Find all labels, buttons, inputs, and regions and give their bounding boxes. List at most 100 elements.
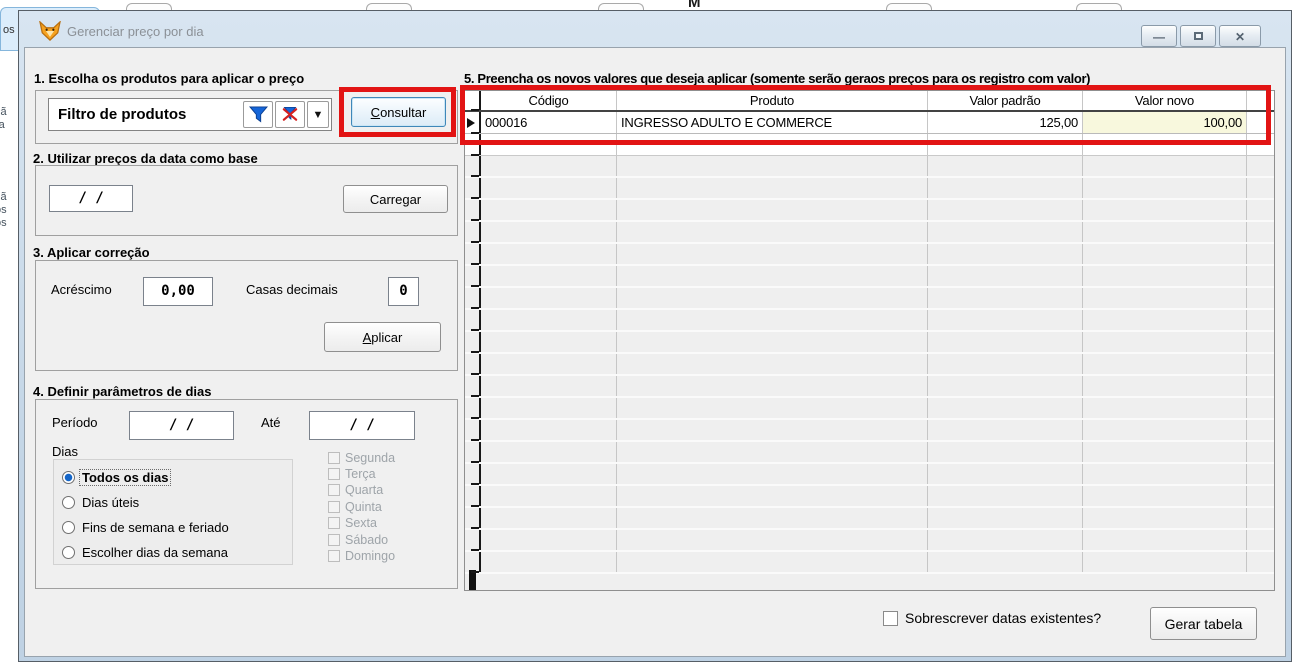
- grid-empty-cell[interactable]: [617, 464, 928, 484]
- grid-empty-cell[interactable]: [481, 134, 617, 155]
- grid-empty-cell[interactable]: [1083, 288, 1247, 308]
- row-indicator-cell[interactable]: [465, 178, 481, 198]
- radio-escolher-dias-da-semana[interactable]: Escolher dias da semana: [62, 543, 230, 561]
- grid-empty-cell[interactable]: [928, 244, 1083, 264]
- radio-fins-de-semana-e-feriado[interactable]: Fins de semana e feriado: [62, 518, 231, 536]
- filter-dropdown-button[interactable]: ▼: [307, 101, 329, 128]
- aplicar-button[interactable]: Aplicar: [324, 322, 441, 352]
- periodo-field[interactable]: / /: [129, 411, 234, 440]
- grid-empty-cell[interactable]: [617, 508, 928, 528]
- grid-cell-codigo[interactable]: 000016: [481, 112, 617, 133]
- grid-empty-cell[interactable]: [617, 552, 928, 572]
- grid-empty-cell[interactable]: [1083, 442, 1247, 462]
- grid-empty-cell[interactable]: [481, 442, 617, 462]
- filter-button[interactable]: [243, 101, 273, 128]
- grid-empty-cell[interactable]: [928, 530, 1083, 550]
- grid-empty-cell[interactable]: [617, 332, 928, 352]
- minimize-button[interactable]: —: [1141, 25, 1177, 47]
- grid-empty-cell[interactable]: [481, 266, 617, 286]
- row-indicator-cell[interactable]: [465, 398, 481, 418]
- grid-empty-row[interactable]: [465, 310, 1274, 332]
- grid-empty-row[interactable]: [465, 222, 1274, 244]
- grid-empty-cell[interactable]: [481, 552, 617, 572]
- grid-empty-cell[interactable]: [928, 486, 1083, 506]
- radio-dias-uteis[interactable]: Dias úteis: [62, 493, 141, 511]
- grid-empty-cell[interactable]: [1083, 156, 1247, 176]
- grid-empty-cell[interactable]: [617, 310, 928, 330]
- grid-empty-cell[interactable]: [481, 398, 617, 418]
- grid-empty-cell[interactable]: [1083, 354, 1247, 374]
- consultar-button[interactable]: Consultar: [351, 97, 446, 127]
- grid-empty-row[interactable]: [465, 376, 1274, 398]
- row-indicator-cell[interactable]: [465, 486, 481, 506]
- grid-empty-cell[interactable]: [481, 244, 617, 264]
- grid-empty-cell[interactable]: [481, 376, 617, 396]
- radio-todos-os-dias[interactable]: Todos os dias: [62, 468, 170, 486]
- grid-empty-cell[interactable]: [928, 464, 1083, 484]
- row-indicator-cell[interactable]: [465, 376, 481, 396]
- row-indicator-cell[interactable]: [465, 156, 481, 176]
- casas-decimais-field[interactable]: 0: [388, 277, 419, 306]
- ate-field[interactable]: / /: [309, 411, 415, 440]
- grid-empty-cell[interactable]: [481, 310, 617, 330]
- grid-empty-row[interactable]: [465, 486, 1274, 508]
- grid-empty-cell[interactable]: [617, 156, 928, 176]
- grid-empty-cell[interactable]: [481, 464, 617, 484]
- grid-empty-row[interactable]: [465, 398, 1274, 420]
- grid-empty-row[interactable]: [465, 508, 1274, 530]
- grid-empty-cell[interactable]: [1083, 134, 1247, 155]
- grid-empty-row[interactable]: [465, 354, 1274, 376]
- grid-empty-cell[interactable]: [481, 200, 617, 220]
- row-indicator-cell[interactable]: [465, 310, 481, 330]
- grid-cell-valor-novo[interactable]: 100,00: [1083, 112, 1247, 133]
- grid-empty-cell[interactable]: [617, 398, 928, 418]
- radio-circle-icon[interactable]: [62, 521, 75, 534]
- row-indicator-cell[interactable]: [465, 112, 481, 133]
- grid-empty-row[interactable]: [465, 156, 1274, 178]
- grid-empty-row[interactable]: [465, 464, 1274, 486]
- base-date-field[interactable]: / /: [49, 185, 133, 212]
- grid-empty-cell[interactable]: [481, 178, 617, 198]
- grid-empty-row[interactable]: [465, 530, 1274, 552]
- grid-empty-cell[interactable]: [928, 266, 1083, 286]
- row-indicator-cell[interactable]: [465, 530, 481, 550]
- grid-empty-row[interactable]: [465, 288, 1274, 310]
- grid-empty-cell[interactable]: [928, 178, 1083, 198]
- grid-empty-cell[interactable]: [928, 222, 1083, 242]
- grid-empty-cell[interactable]: [1083, 486, 1247, 506]
- row-indicator-cell[interactable]: [465, 288, 481, 308]
- grid-empty-cell[interactable]: [928, 156, 1083, 176]
- acrescimo-field[interactable]: 0,00: [143, 277, 213, 306]
- grid-empty-row[interactable]: [465, 332, 1274, 354]
- grid-header-valor-padrao[interactable]: Valor padrão: [928, 91, 1083, 110]
- grid-empty-cell[interactable]: [928, 552, 1083, 572]
- row-indicator-cell[interactable]: [465, 91, 481, 110]
- grid-empty-cell[interactable]: [481, 288, 617, 308]
- grid-empty-cell[interactable]: [928, 310, 1083, 330]
- grid-header-produto[interactable]: Produto: [617, 91, 928, 110]
- grid-empty-cell[interactable]: [928, 134, 1083, 155]
- grid-cell-produto[interactable]: INGRESSO ADULTO E COMMERCE: [617, 112, 928, 133]
- row-indicator-cell[interactable]: [465, 508, 481, 528]
- row-indicator-cell[interactable]: [465, 244, 481, 264]
- grid-empty-cell[interactable]: [1083, 464, 1247, 484]
- grid-empty-cell[interactable]: [617, 288, 928, 308]
- grid-empty-cell[interactable]: [617, 376, 928, 396]
- grid-empty-cell[interactable]: [1083, 244, 1247, 264]
- close-button[interactable]: ✕: [1219, 25, 1261, 47]
- grid-empty-row[interactable]: [465, 442, 1274, 464]
- grid-empty-cell[interactable]: [617, 354, 928, 374]
- row-indicator-cell[interactable]: [465, 332, 481, 352]
- grid-empty-cell[interactable]: [928, 376, 1083, 396]
- grid-empty-cell[interactable]: [928, 442, 1083, 462]
- grid-empty-cell[interactable]: [617, 420, 928, 440]
- price-grid[interactable]: CódigoProdutoValor padrãoValor novo00001…: [464, 90, 1275, 591]
- grid-empty-row[interactable]: [465, 200, 1274, 222]
- gerar-tabela-button[interactable]: Gerar tabela: [1150, 607, 1257, 640]
- grid-empty-cell[interactable]: [928, 288, 1083, 308]
- grid-empty-cell[interactable]: [481, 222, 617, 242]
- grid-empty-row[interactable]: [465, 420, 1274, 442]
- grid-empty-cell[interactable]: [481, 156, 617, 176]
- row-indicator-cell[interactable]: [465, 442, 481, 462]
- grid-empty-cell[interactable]: [617, 486, 928, 506]
